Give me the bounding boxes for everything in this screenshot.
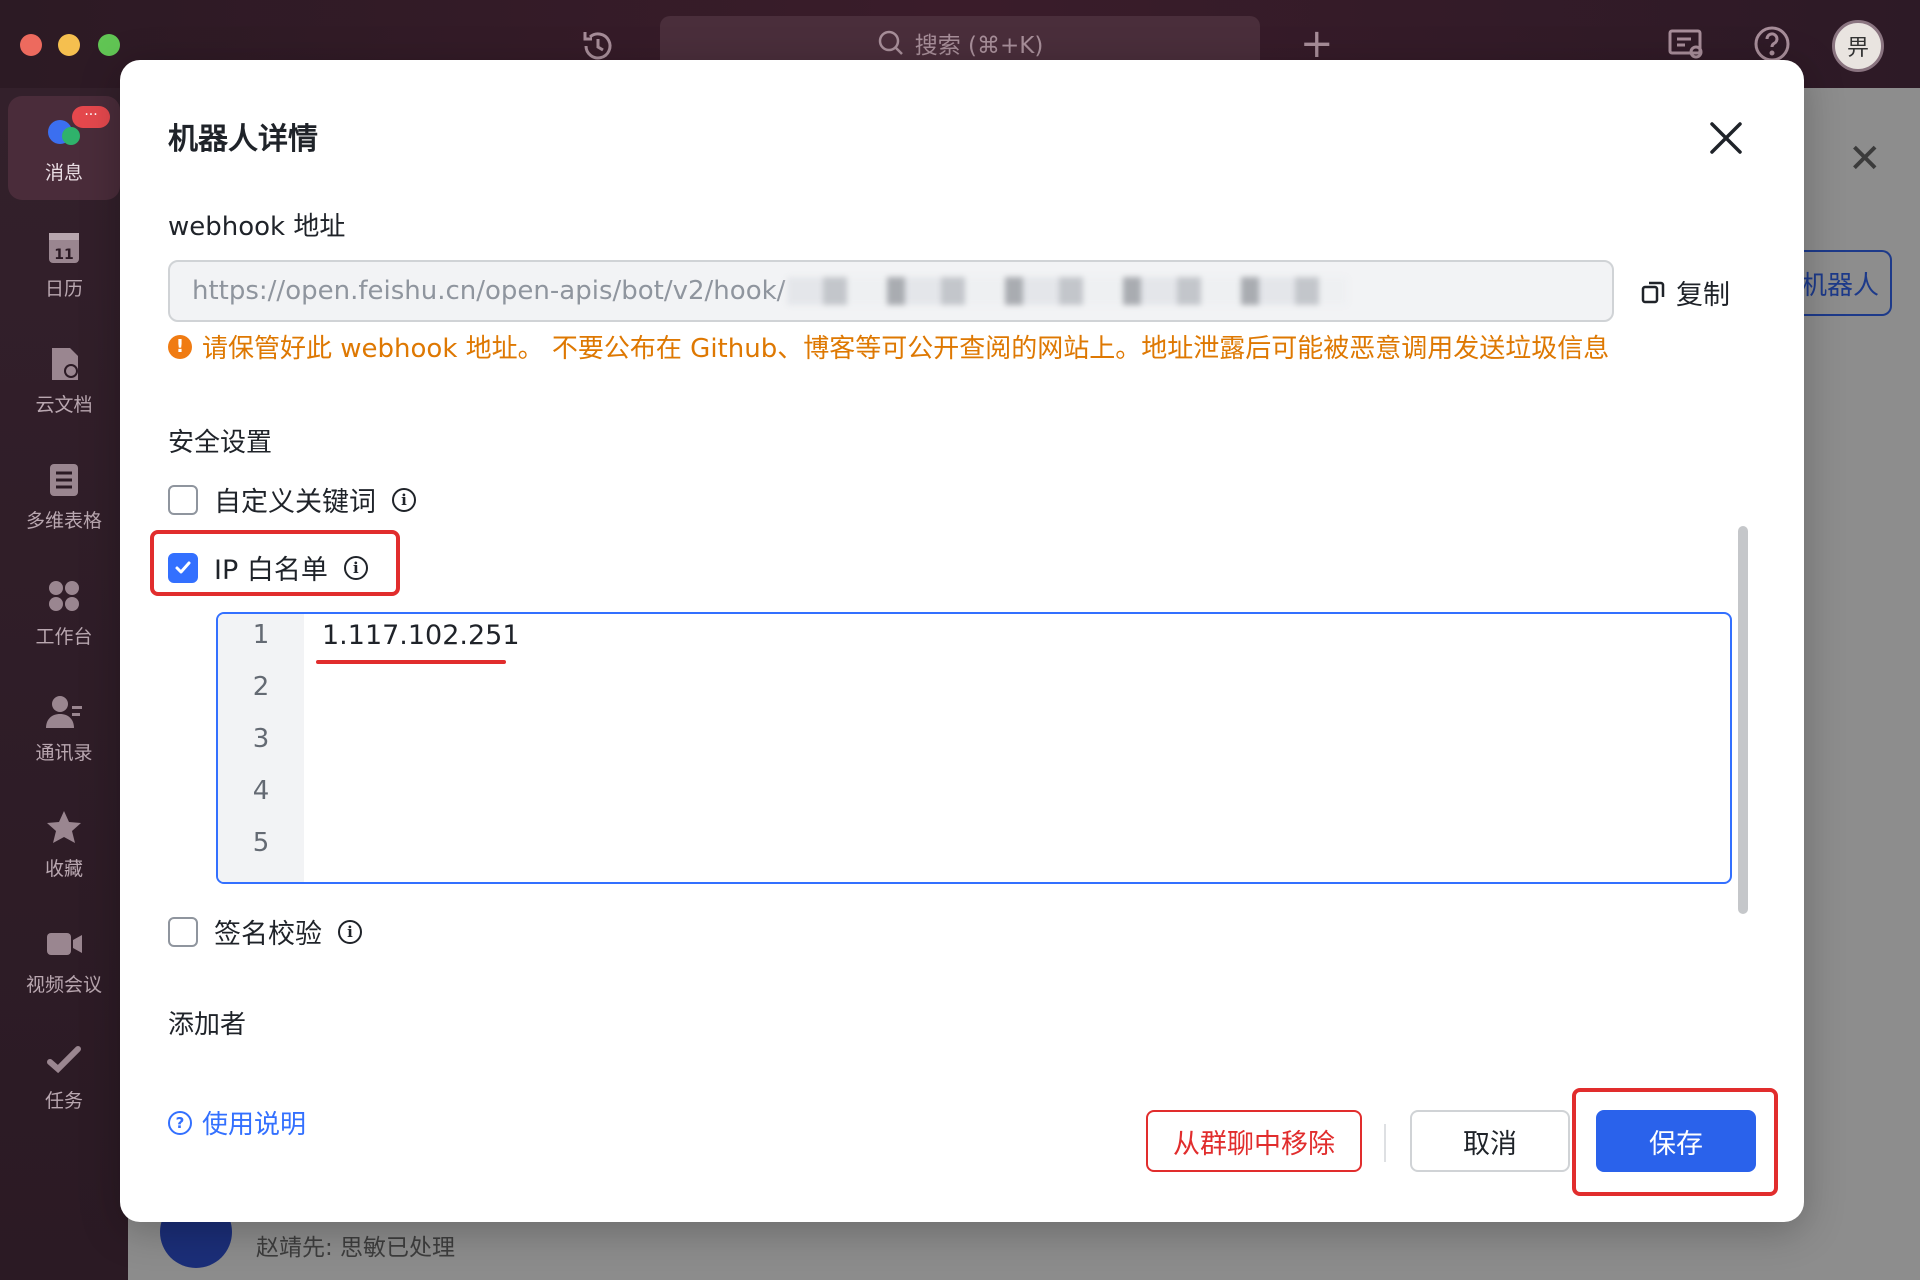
webhook-warning: ! 请保管好此 webhook 地址。 不要公布在 Github、博客等可公开查… xyxy=(168,328,1609,365)
line-number: 3 xyxy=(252,724,270,754)
button-divider xyxy=(1384,1124,1386,1162)
option-ip-whitelist[interactable]: IP 白名单 i xyxy=(168,548,368,587)
info-icon[interactable]: i xyxy=(338,919,362,944)
apps-icon xyxy=(44,576,84,616)
sidebar-item-contacts[interactable]: 通讯录 xyxy=(8,676,120,780)
remove-from-group-button[interactable]: 从群聊中移除 xyxy=(1146,1110,1362,1172)
close-icon[interactable] xyxy=(1704,116,1748,160)
warning-icon: ! xyxy=(168,334,192,359)
adder-label: 添加者 xyxy=(168,1010,247,1040)
contacts-icon xyxy=(44,692,84,732)
signature-checkbox[interactable] xyxy=(168,916,198,947)
copy-icon xyxy=(1641,281,1665,304)
cancel-button[interactable]: 取消 xyxy=(1410,1110,1570,1172)
line-number: 4 xyxy=(252,776,270,806)
webhook-label: webhook 地址 xyxy=(168,212,346,242)
window-minimize-dot[interactable] xyxy=(58,34,80,56)
webhook-url-field[interactable]: https://open.feishu.cn/open-apis/bot/v2/… xyxy=(168,260,1614,322)
annotation-underline xyxy=(316,660,506,664)
webhook-url-text: https://open.feishu.cn/open-apis/bot/v2/… xyxy=(192,276,786,306)
option-custom-keyword[interactable]: 自定义关键词 i xyxy=(168,480,416,519)
sidebar-item-tasks[interactable]: 任务 xyxy=(8,1024,120,1128)
copy-label: 复制 xyxy=(1676,279,1730,311)
option-signature[interactable]: 签名校验 i xyxy=(168,912,362,951)
warning-text: 请保管好此 webhook 地址。 不要公布在 Github、博客等可公开查阅的… xyxy=(202,334,1610,364)
option-label: 签名校验 xyxy=(214,919,322,950)
sidebar-item-label: 通讯录 xyxy=(35,741,93,764)
video-icon xyxy=(44,924,84,964)
option-label: 自定义关键词 xyxy=(214,487,376,518)
dialog-title: 机器人详情 xyxy=(168,122,318,157)
sidebar-item-docs[interactable]: 云文档 xyxy=(8,328,120,432)
calendar-day: 11 xyxy=(54,247,73,263)
doc-icon xyxy=(44,344,84,384)
redacted-token xyxy=(787,277,1348,305)
sidebar-item-bitable[interactable]: 多维表格 xyxy=(8,444,120,548)
sidebar-item-label: 云文档 xyxy=(35,393,93,416)
search-icon xyxy=(878,30,903,55)
screen-share-icon[interactable] xyxy=(1666,24,1706,64)
sidebar-item-label: 多维表格 xyxy=(25,509,102,532)
sidebar-item-messages[interactable]: 消息 ··· xyxy=(8,96,120,200)
sidebar-item-meetings[interactable]: 视频会议 xyxy=(8,908,120,1012)
sidebar-item-label: 工作台 xyxy=(35,625,93,648)
sidebar-item-calendar[interactable]: 11 日历 xyxy=(8,212,120,316)
sidebar-item-label: 收藏 xyxy=(44,857,83,880)
background-close-icon[interactable]: ✕ xyxy=(1848,136,1882,182)
calendar-icon: 11 xyxy=(44,228,84,268)
sidebar: 消息 ··· 11 日历 云文档 多维表格 工作台 通讯录 收藏 视频会议 任务 xyxy=(0,88,128,1280)
option-label: IP 白名单 xyxy=(214,555,328,586)
ip-whitelist-editor[interactable]: 1 2 3 4 5 1.117.102.251 xyxy=(216,612,1732,884)
background-chat-preview: 赵靖先: 思敏已处理 xyxy=(256,1235,456,1261)
window-zoom-dot[interactable] xyxy=(98,34,120,56)
sidebar-item-favorites[interactable]: 收藏 xyxy=(8,792,120,896)
check-icon xyxy=(175,561,191,573)
star-icon xyxy=(44,808,84,848)
table-icon xyxy=(44,460,84,500)
sidebar-item-label: 消息 xyxy=(44,161,83,184)
line-number: 2 xyxy=(252,672,270,702)
window-close-dot[interactable] xyxy=(20,34,42,56)
background-add-robot-button[interactable]: 机器人 xyxy=(1790,250,1892,316)
keyword-checkbox[interactable] xyxy=(168,484,198,515)
usage-guide-link[interactable]: ? 使用说明 xyxy=(168,1104,306,1141)
add-icon[interactable]: + xyxy=(1300,24,1334,64)
help-icon[interactable] xyxy=(1752,24,1792,64)
ip-entry[interactable]: 1.117.102.251 xyxy=(322,620,520,651)
sidebar-item-workplace[interactable]: 工作台 xyxy=(8,560,120,664)
sidebar-item-label: 日历 xyxy=(44,277,83,300)
user-avatar[interactable]: 畀 xyxy=(1832,20,1884,72)
task-icon xyxy=(44,1040,84,1080)
security-settings-label: 安全设置 xyxy=(168,428,273,458)
sidebar-item-label: 视频会议 xyxy=(25,973,102,996)
avatar-text: 畀 xyxy=(1846,36,1869,61)
help-link-label: 使用说明 xyxy=(202,1110,307,1140)
line-number: 5 xyxy=(252,828,270,858)
copy-button[interactable]: 复制 xyxy=(1640,272,1730,312)
robot-details-dialog: 机器人详情 webhook 地址 https://open.feishu.cn/… xyxy=(120,60,1804,1222)
question-icon: ? xyxy=(168,1110,192,1135)
ip-whitelist-checkbox[interactable] xyxy=(168,552,198,583)
line-number: 1 xyxy=(252,620,270,650)
unread-badge: ··· xyxy=(72,106,110,128)
search-placeholder: 搜索 (⌘+K) xyxy=(914,33,1044,59)
annotation-box-save xyxy=(1572,1088,1778,1196)
info-icon[interactable]: i xyxy=(392,487,416,512)
sidebar-item-label: 任务 xyxy=(44,1089,83,1112)
dialog-scrollbar[interactable] xyxy=(1738,526,1748,914)
robot-button-label: 机器人 xyxy=(1800,270,1879,301)
info-icon[interactable]: i xyxy=(343,555,368,580)
